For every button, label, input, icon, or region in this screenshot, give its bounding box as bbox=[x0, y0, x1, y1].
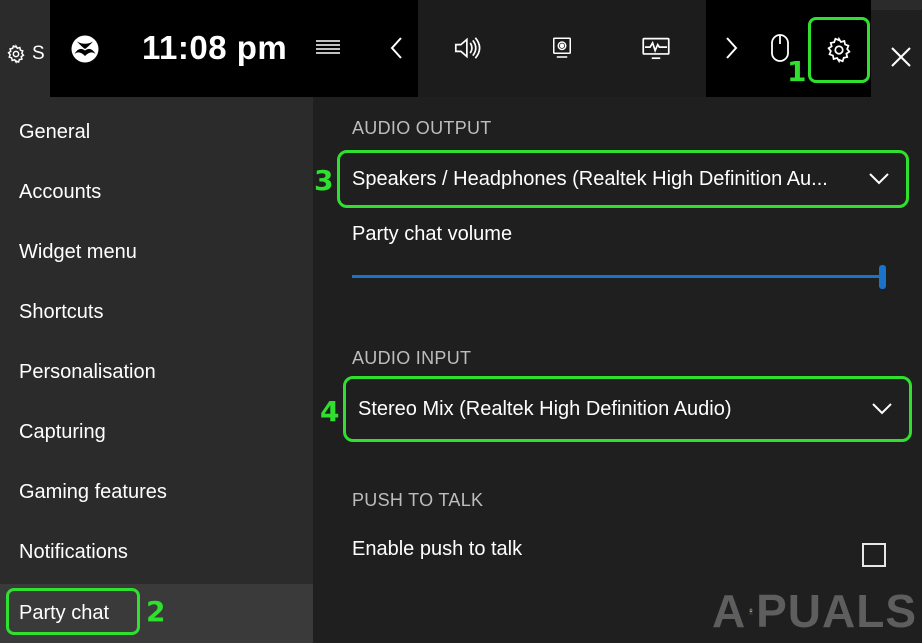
sidebar-item-label: Personalisation bbox=[19, 360, 156, 383]
sidebar-item-personalisation[interactable]: Personalisation bbox=[0, 344, 313, 400]
watermark-prefix: A bbox=[712, 585, 747, 637]
close-button[interactable] bbox=[880, 36, 922, 78]
chevron-left-icon[interactable] bbox=[386, 34, 408, 62]
annotation-marker-1: 1 bbox=[787, 55, 807, 88]
annotation-marker-2: 2 bbox=[146, 595, 166, 628]
push-to-talk-label: Enable push to talk bbox=[352, 538, 523, 560]
settings-title-text: S bbox=[32, 42, 45, 64]
game-bar: 11:08 pm bbox=[50, 0, 871, 97]
sidebar-item-label: Widget menu bbox=[19, 240, 137, 263]
capture-icon bbox=[553, 37, 571, 58]
sidebar-item-label: Capturing bbox=[19, 420, 106, 443]
audio-widget-button[interactable] bbox=[446, 28, 486, 68]
sidebar-item-capturing[interactable]: Capturing bbox=[0, 404, 313, 460]
push-to-talk-checkbox[interactable] bbox=[862, 543, 886, 567]
party-chat-volume-slider[interactable] bbox=[352, 262, 886, 292]
game-bar-clock: 11:08 pm bbox=[142, 29, 288, 66]
audio-output-heading: AUDIO OUTPUT bbox=[352, 118, 492, 138]
audio-output-selected: Speakers / Headphones (Realtek High Defi… bbox=[352, 167, 828, 190]
slider-thumb[interactable] bbox=[879, 265, 886, 289]
close-icon bbox=[891, 47, 911, 67]
widget-strip bbox=[418, 0, 706, 97]
sidebar-item-general[interactable]: General bbox=[0, 104, 313, 160]
sidebar-item-label: Gaming features bbox=[19, 480, 167, 503]
menu-icon[interactable] bbox=[314, 36, 342, 60]
party-chat-volume-label: Party chat volume bbox=[352, 223, 513, 245]
sidebar-item-accounts[interactable]: Accounts bbox=[0, 164, 313, 220]
performance-widget-button[interactable] bbox=[636, 28, 676, 68]
settings-button[interactable] bbox=[808, 17, 870, 83]
speaker-icon bbox=[454, 37, 481, 59]
watermark-text: PUALS bbox=[756, 585, 917, 637]
sidebar-item-shortcuts[interactable]: Shortcuts bbox=[0, 284, 313, 340]
gear-icon bbox=[7, 43, 25, 64]
annotation-marker-3: 3 bbox=[314, 164, 334, 197]
sidebar-item-gaming-features[interactable]: Gaming features bbox=[0, 464, 313, 520]
sidebar-item-label: Notifications bbox=[19, 540, 128, 563]
chevron-down-icon bbox=[869, 173, 889, 185]
party-chat-highlight bbox=[6, 588, 140, 635]
gear-icon bbox=[827, 36, 851, 64]
chevron-right-icon[interactable] bbox=[720, 34, 742, 62]
sidebar-item-label: Accounts bbox=[19, 180, 102, 203]
audio-input-selected: Stereo Mix (Realtek High Definition Audi… bbox=[358, 397, 732, 420]
appuals-watermark: A PUALS bbox=[712, 582, 917, 640]
sidebar-item-notifications[interactable]: Notifications bbox=[0, 524, 313, 580]
push-to-talk-heading: PUSH TO TALK bbox=[352, 490, 484, 510]
mascot-icon bbox=[749, 608, 753, 615]
sidebar-item-label: Shortcuts bbox=[19, 300, 104, 323]
sidebar-item-label: General bbox=[19, 120, 91, 143]
sidebar-item-widget-menu[interactable]: Widget menu bbox=[0, 224, 313, 280]
slider-track bbox=[352, 275, 886, 278]
audio-input-heading: AUDIO INPUT bbox=[352, 348, 472, 368]
chevron-down-icon bbox=[872, 403, 892, 415]
annotation-marker-4: 4 bbox=[320, 395, 340, 428]
audio-output-dropdown[interactable]: Speakers / Headphones (Realtek High Defi… bbox=[337, 150, 909, 208]
audio-input-dropdown[interactable]: Stereo Mix (Realtek High Definition Audi… bbox=[343, 376, 912, 442]
performance-icon bbox=[642, 37, 670, 60]
xbox-logo-icon[interactable] bbox=[70, 34, 100, 64]
capture-widget-button[interactable] bbox=[542, 28, 582, 68]
